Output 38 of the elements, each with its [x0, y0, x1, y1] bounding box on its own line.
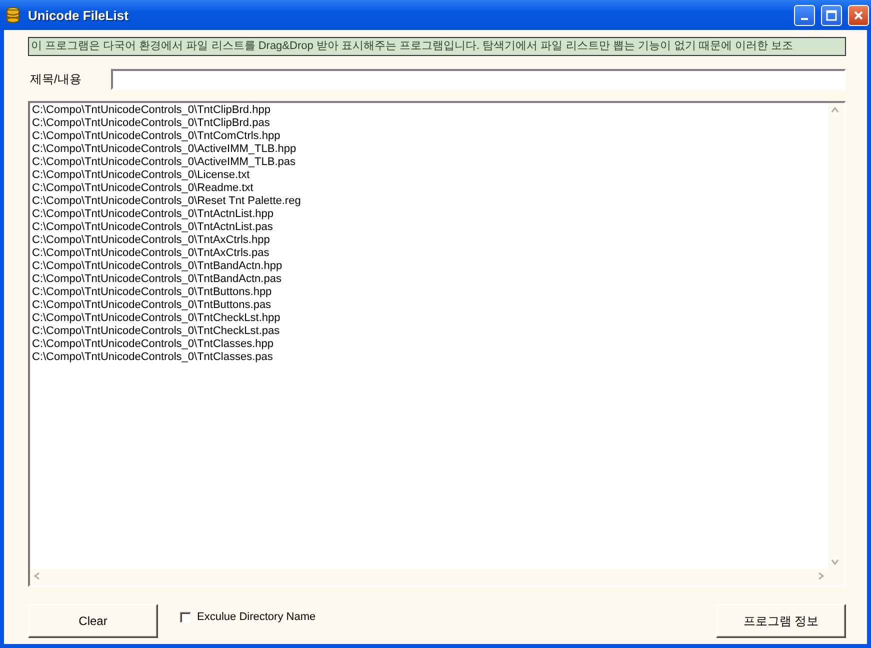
program-info-button[interactable]: 프로그램 정보	[716, 604, 846, 638]
file-path[interactable]: C:\Compo\TntUnicodeControls_0\TntActnList.hpp	[32, 208, 826, 221]
checkbox-label: Exculue Directory Name	[197, 611, 316, 623]
file-path[interactable]: C:\Compo\TntUnicodeControls_0\TntCheckLst.pas	[32, 325, 826, 338]
horizontal-scrollbar[interactable]	[30, 569, 828, 585]
file-path[interactable]: C:\Compo\TntUnicodeControls_0\TntButtons.hpp	[32, 286, 826, 299]
window-title: Unicode FileList	[28, 8, 130, 22]
file-path[interactable]: C:\Compo\TntUnicodeControls_0\TntCheckLst.hpp	[32, 312, 826, 325]
minimize-icon	[801, 18, 808, 20]
file-path[interactable]: C:\Compo\TntUnicodeControls_0\TntAxCtrls.hpp	[32, 234, 826, 247]
title-field[interactable]	[111, 69, 846, 90]
maximize-icon	[826, 10, 837, 20]
file-path[interactable]: C:\Compo\TntUnicodeControls_0\TntBandActn.pas	[32, 273, 826, 286]
file-path[interactable]: C:\Compo\TntUnicodeControls_0\TntClipBrd.pas	[32, 117, 826, 130]
file-path[interactable]: C:\Compo\TntUnicodeControls_0\TntClasses.hpp	[32, 338, 826, 351]
maximize-button[interactable]	[821, 4, 842, 26]
file-path[interactable]: C:\Compo\TntUnicodeControls_0\TntBandActn.hpp	[32, 260, 826, 273]
file-list[interactable]	[28, 101, 846, 587]
clear-button[interactable]: Clear	[28, 604, 158, 638]
vertical-scrollbar[interactable]	[828, 103, 844, 569]
checkbox[interactable]	[180, 612, 191, 622]
file-path[interactable]: C:\Compo\TntUnicodeControls_0\TntButtons.pas	[32, 299, 826, 312]
description-banner: 이 프로그램은 다국어 환경에서 파일 리스트를 Drag&Drop 받아 표시해주는 프로그램입니다. 탐색기에서 파일 리스트만 뽑는 기능이 없기 때문에 이러한 보조	[28, 37, 846, 56]
file-path[interactable]: C:\Compo\TntUnicodeControls_0\ActiveIMM_TLB.hpp	[32, 143, 826, 156]
title-label: 제목/내용	[29, 71, 82, 88]
file-path[interactable]: C:\Compo\TntUnicodeControls_0\ActiveIMM_TLB.pas	[32, 156, 826, 169]
file-path[interactable]: C:\Compo\TntUnicodeControls_0\TntComCtrls.hpp	[32, 130, 826, 143]
minimize-button[interactable]	[794, 4, 815, 26]
file-path[interactable]: C:\Compo\TntUnicodeControls_0\Readme.txt	[32, 182, 826, 195]
app-icon	[4, 6, 22, 24]
file-path[interactable]: C:\Compo\TntUnicodeControls_0\TntClipBrd.hpp	[32, 104, 826, 117]
close-icon	[853, 10, 864, 20]
file-path[interactable]: C:\Compo\TntUnicodeControls_0\TntClasses.pas	[32, 351, 826, 364]
file-path[interactable]: C:\Compo\TntUnicodeControls_0\Reset Tnt Palette.reg	[32, 195, 826, 208]
close-button[interactable]	[848, 4, 869, 26]
file-path[interactable]: C:\Compo\TntUnicodeControls_0\TntAxCtrls.pas	[32, 247, 826, 260]
file-path[interactable]: C:\Compo\TntUnicodeControls_0\License.txt	[32, 169, 826, 182]
file-path[interactable]: C:\Compo\TntUnicodeControls_0\TntActnList.pas	[32, 221, 826, 234]
